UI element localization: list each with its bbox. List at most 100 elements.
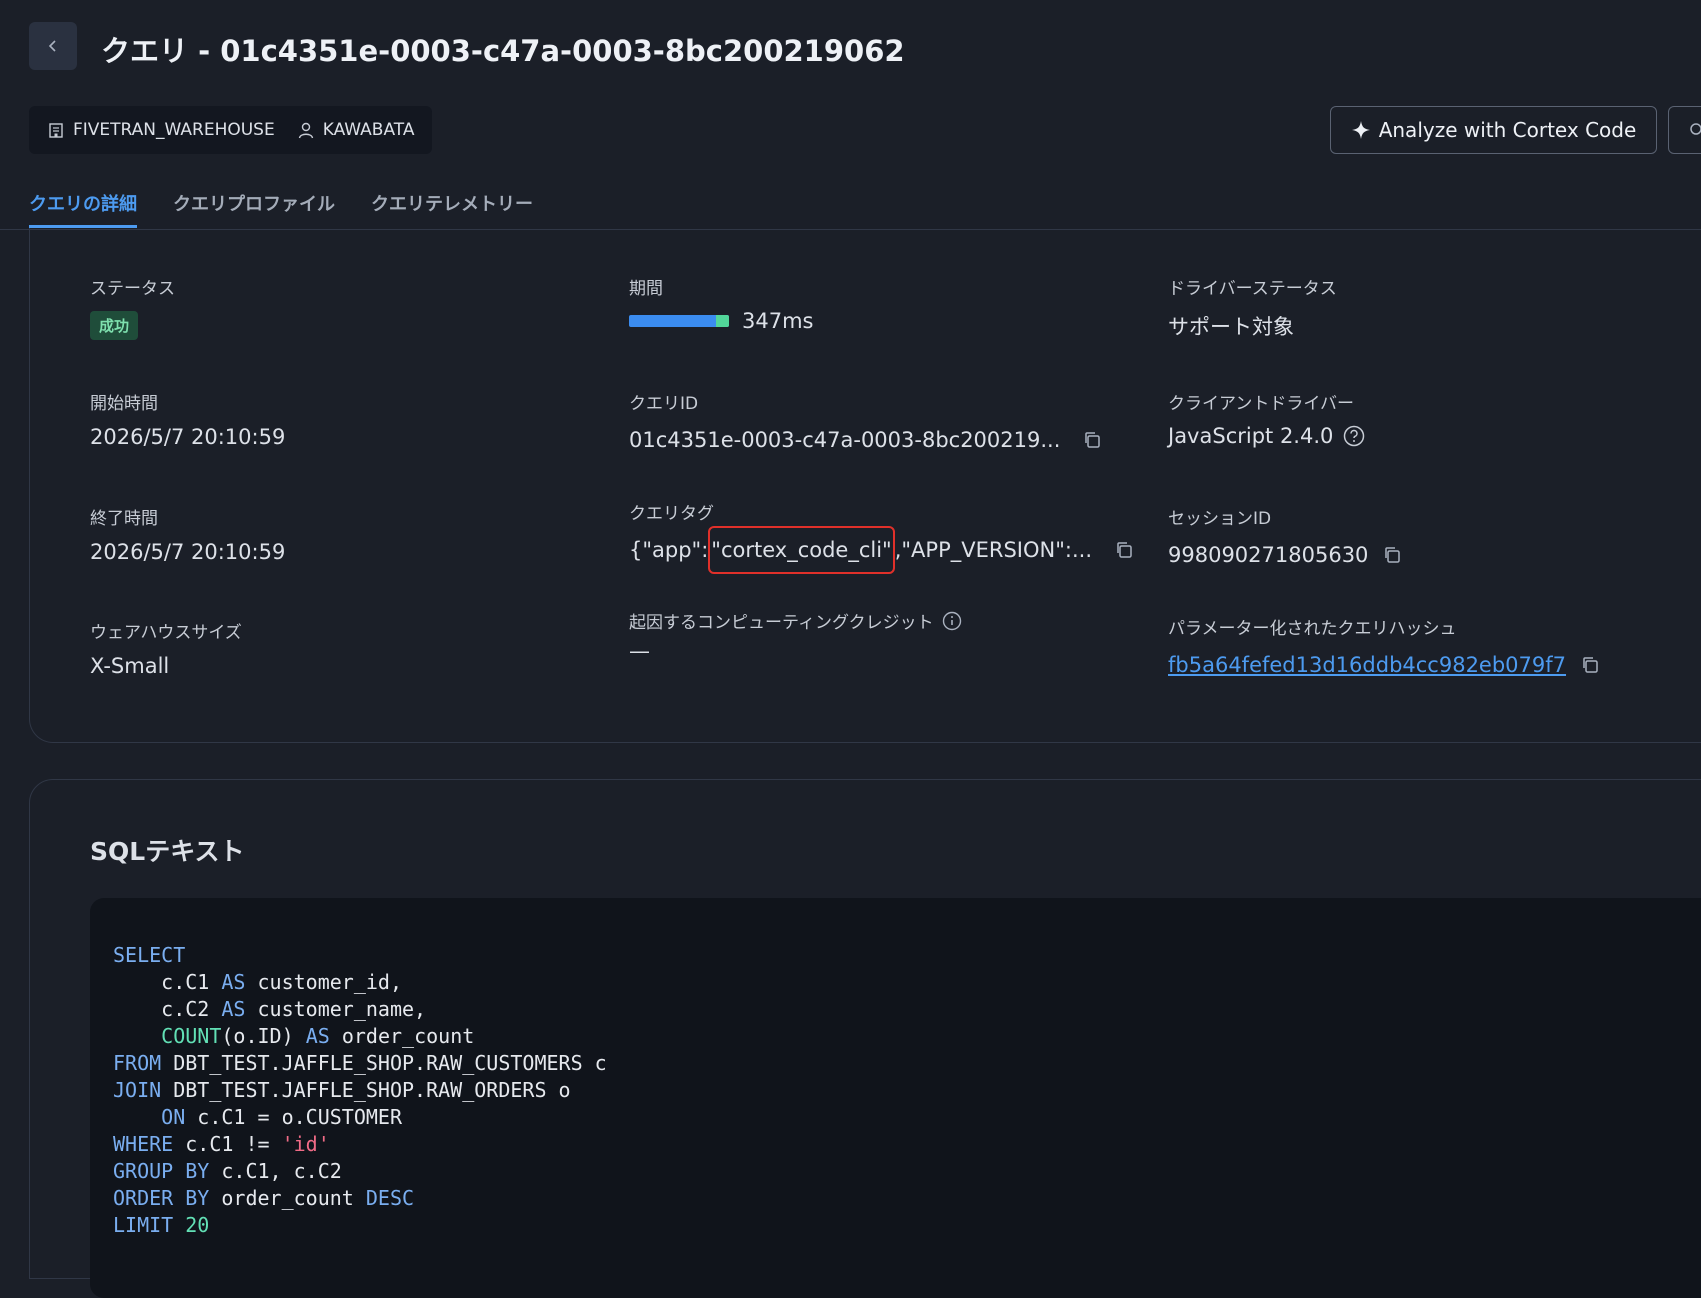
tab-bar: クエリの詳細 クエリプロファイル クエリテレメトリー bbox=[0, 180, 1701, 230]
sql-line: LIMIT 20 bbox=[113, 1213, 209, 1237]
sql-line: ORDER BY order_count DESC bbox=[113, 1186, 414, 1210]
user-chip: KAWABATA bbox=[297, 120, 415, 140]
analyze-with-cortex-code-button[interactable]: Analyze with Cortex Code bbox=[1330, 106, 1657, 154]
copy-icon[interactable] bbox=[1580, 655, 1600, 675]
status-label: ステータス bbox=[90, 279, 175, 299]
sql-token: LIMIT bbox=[113, 1213, 174, 1237]
driver-status-label: ドライバーステータス bbox=[1168, 279, 1337, 299]
param-hash-field: パラメーター化されたクエリハッシュ fb5a64fefed13d16ddb4cc… bbox=[1168, 614, 1600, 677]
query-tag-highlight: "cortex_code_cli" bbox=[708, 526, 895, 574]
sql-line: JOIN DBT_TEST.JAFFLE_SHOP.RAW_ORDERS o bbox=[113, 1078, 571, 1102]
sql-token: ON bbox=[161, 1105, 186, 1129]
client-driver-value: JavaScript 2.4.0 bbox=[1168, 424, 1334, 448]
query-tag-label: クエリタグ bbox=[629, 504, 714, 524]
query-id-value: 01c4351e-0003-c47a-0003-8bc200219... bbox=[629, 428, 1061, 452]
sql-token: customer_name, bbox=[245, 997, 427, 1021]
query-tag-field: クエリタグ {"app": "cortex_code_cli" ,"APP_VERS… bbox=[629, 499, 1134, 574]
start-time-field: 開始時間 2026/5/7 20:10:59 bbox=[90, 389, 285, 449]
warehouse-size-value: X-Small bbox=[90, 654, 170, 678]
sql-text-title: SQLテキスト bbox=[90, 837, 245, 866]
duration-label: 期間 bbox=[629, 279, 663, 299]
query-tag-prefix: {"app": bbox=[629, 538, 709, 562]
query-meta-chips: FIVETRAN_WAREHOUSE KAWABATA bbox=[29, 106, 433, 154]
session-id-field: セッションID 998090271805630 bbox=[1168, 504, 1402, 567]
sql-token: c.C1 bbox=[113, 970, 222, 994]
sql-token: 'id' bbox=[281, 1132, 330, 1156]
back-button[interactable] bbox=[29, 22, 77, 70]
sql-token: AS bbox=[221, 997, 246, 1021]
sql-line: c.C2 AS customer_name, bbox=[113, 997, 426, 1021]
sql-token: WHERE bbox=[113, 1132, 174, 1156]
sql-token: COUNT bbox=[161, 1024, 222, 1048]
duration-value: 347ms bbox=[742, 309, 814, 333]
sql-token: 20 bbox=[185, 1213, 210, 1237]
query-id-label: クエリID bbox=[629, 394, 699, 414]
sql-token: c.C1 != bbox=[173, 1132, 282, 1156]
copy-icon[interactable] bbox=[1082, 430, 1102, 450]
tab-query-profile[interactable]: クエリプロファイル bbox=[173, 190, 335, 216]
duration-bar bbox=[629, 315, 729, 327]
sql-token: JOIN bbox=[113, 1078, 162, 1102]
sql-token: c.C1 = o.CUSTOMER bbox=[185, 1105, 403, 1129]
sql-token: GROUP BY bbox=[113, 1159, 210, 1183]
session-id-label: セッションID bbox=[1168, 509, 1272, 529]
start-time-value: 2026/5/7 20:10:59 bbox=[90, 425, 286, 449]
sql-token: AS bbox=[221, 970, 246, 994]
sql-line: ON c.C1 = o.CUSTOMER bbox=[113, 1105, 402, 1129]
param-hash-label: パラメーター化されたクエリハッシュ bbox=[1168, 619, 1457, 639]
more-actions-button[interactable] bbox=[1668, 106, 1701, 154]
status-badge: 成功 bbox=[90, 311, 139, 340]
warehouse-size-field: ウェアハウスサイズ X-Small bbox=[90, 618, 242, 678]
query-tag-suffix: ,"APP_VERSION":... bbox=[894, 538, 1092, 562]
sql-token: order_count bbox=[329, 1024, 475, 1048]
sparkle-icon bbox=[1351, 121, 1370, 139]
sql-line: GROUP BY c.C1, c.C2 bbox=[113, 1159, 342, 1183]
sql-token: order_count bbox=[209, 1186, 366, 1210]
building-icon bbox=[49, 123, 63, 138]
chevron-left-icon bbox=[48, 40, 56, 52]
sql-code: SELECT c.C1 AS customer_id, c.C2 AS cust… bbox=[113, 942, 607, 1239]
credits-label: 起因するコンピューティングクレジット bbox=[629, 613, 934, 633]
query-tag-value: {"app": "cortex_code_cli" ,"APP_VERSION":.… bbox=[629, 526, 1092, 574]
sql-token: customer_id, bbox=[245, 970, 403, 994]
tab-query-details[interactable]: クエリの詳細 bbox=[29, 190, 137, 216]
sql-line: COUNT(o.ID) AS order_count bbox=[113, 1024, 474, 1048]
copy-icon[interactable] bbox=[1382, 545, 1402, 565]
info-circle-icon[interactable] bbox=[942, 611, 962, 631]
warehouse-size-label: ウェアハウスサイズ bbox=[90, 623, 242, 643]
driver-status-field: ドライバーステータス サポート対象 bbox=[1168, 274, 1337, 341]
sql-line: SELECT bbox=[113, 943, 185, 967]
end-time-label: 終了時間 bbox=[90, 509, 158, 529]
sql-token: c.C1, c.C2 bbox=[209, 1159, 342, 1183]
param-hash-link[interactable]: fb5a64fefed13d16ddb4cc982eb079f7 bbox=[1168, 653, 1566, 677]
sql-token: DBT_TEST.JAFFLE_SHOP.RAW_CUSTOMERS c bbox=[161, 1051, 607, 1075]
user-name: KAWABATA bbox=[322, 120, 415, 140]
sql-line: FROM DBT_TEST.JAFFLE_SHOP.RAW_CUSTOMERS … bbox=[113, 1051, 607, 1075]
question-circle-icon[interactable] bbox=[1343, 425, 1365, 447]
sql-token: SELECT bbox=[113, 943, 186, 967]
warehouse-name: FIVETRAN_WAREHOUSE bbox=[73, 120, 275, 140]
sql-line: c.C1 AS customer_id, bbox=[113, 970, 402, 994]
sql-token: (o.ID) bbox=[221, 1024, 306, 1048]
search-icon bbox=[1690, 123, 1701, 135]
credits-value: — bbox=[629, 639, 650, 663]
driver-status-value: サポート対象 bbox=[1168, 315, 1294, 339]
client-driver-field: クライアントドライバー JavaScript 2.4.0 bbox=[1168, 389, 1365, 448]
client-driver-label: クライアントドライバー bbox=[1168, 394, 1354, 414]
copy-icon[interactable] bbox=[1114, 540, 1134, 560]
query-id-field: クエリID 01c4351e-0003-c47a-0003-8bc200219.… bbox=[629, 389, 1102, 452]
status-field: ステータス 成功 bbox=[90, 274, 175, 340]
credits-field: 起因するコンピューティングクレジット — bbox=[629, 608, 962, 663]
session-id-value: 998090271805630 bbox=[1168, 543, 1369, 567]
end-time-value: 2026/5/7 20:10:59 bbox=[90, 540, 286, 564]
warehouse-chip: FIVETRAN_WAREHOUSE bbox=[47, 120, 275, 140]
end-time-field: 終了時間 2026/5/7 20:10:59 bbox=[90, 504, 285, 564]
duration-field: 期間 347ms bbox=[629, 274, 813, 333]
sql-line: WHERE c.C1 != 'id' bbox=[113, 1132, 330, 1156]
tab-query-telemetry[interactable]: クエリテレメトリー bbox=[371, 190, 533, 216]
sql-token: FROM bbox=[113, 1051, 162, 1075]
page-title: クエリ - 01c4351e-0003-c47a-0003-8bc2002190… bbox=[101, 34, 905, 68]
